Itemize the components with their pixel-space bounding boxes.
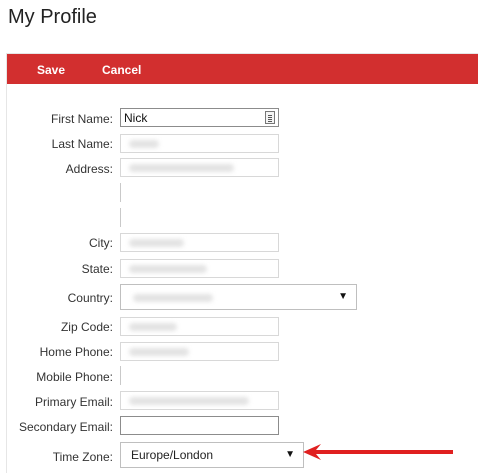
cancel-button[interactable]: Cancel <box>102 54 141 84</box>
save-button[interactable]: Save <box>37 54 65 84</box>
redacted-value <box>129 239 184 247</box>
secondary-email-input[interactable] <box>120 416 279 435</box>
last-name-input[interactable] <box>120 134 279 153</box>
toolbar: Save Cancel <box>7 54 478 84</box>
redacted-value <box>129 164 234 172</box>
home-phone-input[interactable] <box>120 342 279 361</box>
first-name-input[interactable]: Nick <box>120 108 279 127</box>
country-label: Country: <box>67 291 113 305</box>
time-zone-value: Europe/London <box>131 448 214 462</box>
city-label: City: <box>89 236 113 250</box>
primary-email-label: Primary Email: <box>34 395 113 409</box>
redacted-value <box>129 265 207 273</box>
first-name-value: Nick <box>124 111 148 125</box>
redacted-value <box>129 348 189 356</box>
address-line-3-input[interactable] <box>120 208 279 227</box>
zip-code-label: Zip Code: <box>60 320 113 334</box>
last-name-label: Last Name: <box>51 137 113 151</box>
redacted-value <box>129 397 249 405</box>
city-input[interactable] <box>120 233 279 252</box>
address-label: Address: <box>65 162 113 176</box>
chevron-down-icon: ▼ <box>338 291 348 302</box>
pointer-arrow-icon <box>303 444 453 460</box>
primary-email-input[interactable] <box>120 391 279 410</box>
country-select[interactable]: ▼ <box>120 284 357 310</box>
page-title: My Profile <box>8 6 97 28</box>
redacted-value <box>133 294 213 302</box>
address-line-1-input[interactable] <box>120 158 279 177</box>
redacted-value <box>129 140 159 148</box>
form-fill-icon[interactable] <box>265 111 275 124</box>
zip-code-input[interactable] <box>120 317 279 336</box>
address-line-2-input[interactable] <box>120 183 279 202</box>
mobile-phone-label: Mobile Phone: <box>36 370 113 384</box>
first-name-label: First Name: <box>50 112 113 126</box>
time-zone-select[interactable]: Europe/London ▼ <box>120 442 304 468</box>
home-phone-label: Home Phone: <box>39 345 113 359</box>
chevron-down-icon: ▼ <box>285 449 295 460</box>
state-label: State: <box>81 262 113 276</box>
secondary-email-label: Secondary Email: <box>18 420 113 434</box>
time-zone-label: Time Zone: <box>52 450 113 464</box>
state-input[interactable] <box>120 259 279 278</box>
redacted-value <box>129 323 177 331</box>
mobile-phone-input[interactable] <box>120 366 279 385</box>
profile-form-card: Save Cancel First Name: Nick Last Name: … <box>6 53 478 473</box>
